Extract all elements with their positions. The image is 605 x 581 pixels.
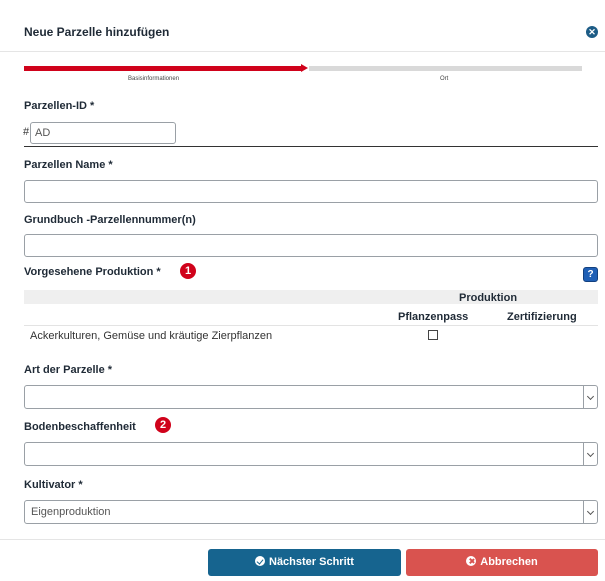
- parcel-name-input[interactable]: [24, 180, 598, 203]
- step-arrow-icon: [301, 64, 308, 72]
- soil-label: Bodenbeschaffenheit: [24, 421, 136, 433]
- cultivator-select[interactable]: Eigenproduktion: [24, 500, 598, 524]
- parcel-type-label: Art der Parzelle *: [24, 364, 113, 376]
- progress-stepper: Basisinformationen Ort: [24, 64, 582, 84]
- step-bar-active: [24, 66, 301, 71]
- dialog-title: Neue Parzelle hinzufügen: [24, 25, 170, 39]
- annotation-badge-1: 1: [180, 263, 196, 279]
- column-header-pflanzenpass: Pflanzenpass: [398, 311, 469, 323]
- check-circle-icon: [255, 556, 265, 566]
- next-step-button[interactable]: Nächster Schritt: [208, 549, 401, 576]
- soil-select[interactable]: [24, 442, 598, 466]
- parcel-id-input[interactable]: AD: [30, 122, 176, 144]
- step-bar-inactive: [309, 66, 582, 71]
- next-step-label: Nächster Schritt: [269, 556, 354, 568]
- cultivator-value: Eigenproduktion: [31, 506, 111, 518]
- step-label-ort[interactable]: Ort: [440, 76, 448, 82]
- annotation-badge-2: 2: [155, 417, 171, 433]
- chevron-down-icon[interactable]: [583, 386, 597, 408]
- table-row-divider: [24, 325, 598, 326]
- cancel-label: Abbrechen: [480, 556, 538, 568]
- section-divider: [24, 146, 598, 147]
- parcel-name-label: Parzellen Name *: [24, 159, 113, 171]
- land-register-input[interactable]: [24, 234, 598, 257]
- step-label-basisinformationen[interactable]: Basisinformationen: [128, 76, 179, 82]
- production-row-label: Ackerkulturen, Gemüse und kräutige Zierp…: [30, 330, 273, 342]
- cancel-button[interactable]: Abbrechen: [406, 549, 598, 576]
- parcel-id-label: Parzellen-ID *: [24, 100, 95, 112]
- production-label: Vorgesehene Produktion *: [24, 266, 161, 278]
- parcel-type-select[interactable]: [24, 385, 598, 409]
- chevron-down-icon[interactable]: [583, 443, 597, 465]
- parcel-id-prefix: #: [23, 126, 30, 138]
- column-header-zertifizierung: Zertifizierung: [507, 311, 577, 323]
- pflanzenpass-checkbox[interactable]: [428, 330, 438, 340]
- cultivator-label: Kultivator *: [24, 479, 83, 491]
- production-group-header: Produktion: [459, 292, 518, 304]
- question-icon[interactable]: ?: [583, 267, 598, 282]
- chevron-down-icon[interactable]: [583, 501, 597, 523]
- dialog-header: Neue Parzelle hinzufügen ✕: [0, 0, 605, 52]
- land-register-label: Grundbuch -Parzellennummer(n): [24, 214, 196, 226]
- close-icon[interactable]: ✕: [586, 26, 598, 38]
- times-circle-icon: [466, 556, 477, 566]
- footer-divider: [0, 539, 605, 540]
